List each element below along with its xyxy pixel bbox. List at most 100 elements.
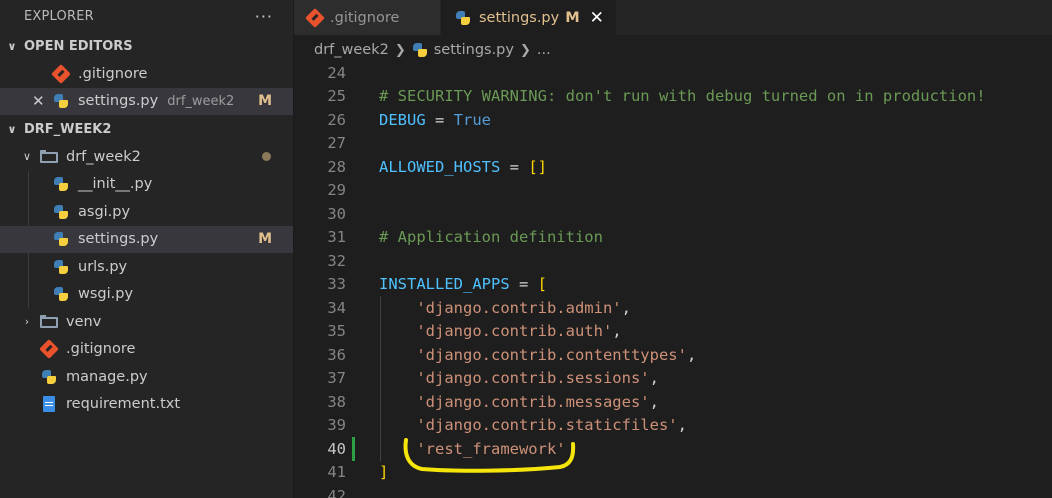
chevron-down-icon: ∨ bbox=[7, 39, 17, 53]
git-icon bbox=[39, 339, 59, 360]
code-line[interactable]: 42 bbox=[294, 484, 1052, 498]
tree-item-init[interactable]: __init__.py bbox=[0, 171, 293, 199]
line-number: 36 bbox=[327, 345, 346, 364]
code-token: # Application definition bbox=[379, 228, 603, 247]
code-token: INSTALLED_APPS bbox=[379, 275, 510, 294]
code-token: 'django.contrib.admin' bbox=[416, 298, 622, 317]
code-line[interactable]: 27 bbox=[294, 132, 1052, 156]
line-code: ALLOWED_HOSTS = [] bbox=[379, 158, 547, 176]
tree-item-settings[interactable]: settings.py M bbox=[0, 225, 293, 253]
code-token: , bbox=[686, 345, 697, 364]
open-editors-section[interactable]: ∨ OPEN EDITORS bbox=[0, 32, 293, 60]
code-line[interactable]: 24 bbox=[294, 62, 1052, 85]
chevron-right-icon: › bbox=[24, 315, 30, 329]
code-line[interactable]: 31 # Application definition bbox=[294, 226, 1052, 250]
code-line[interactable]: 34 'django.contrib.admin', bbox=[294, 296, 1052, 320]
code-token: [ bbox=[537, 275, 547, 294]
line-code: ] bbox=[379, 463, 388, 481]
code-line[interactable]: 35 'django.contrib.auth', bbox=[294, 320, 1052, 344]
code-line[interactable]: 29 bbox=[294, 179, 1052, 203]
tree-item-wsgi[interactable]: wsgi.py bbox=[0, 281, 293, 309]
code-token: 'django.contrib.contenttypes' bbox=[416, 345, 687, 364]
code-line[interactable]: 26 DEBUG = True bbox=[294, 108, 1052, 132]
explorer-title: EXPLORER bbox=[24, 8, 94, 24]
line-number: 27 bbox=[327, 134, 346, 153]
line-number: 29 bbox=[327, 181, 346, 200]
close-icon[interactable]: ✕ bbox=[590, 8, 604, 28]
line-code: 'django.contrib.staticfiles', bbox=[379, 416, 687, 434]
explorer-sidebar: EXPLORER ··· ∨ OPEN EDITORS .gitignore ✕… bbox=[0, 0, 294, 498]
python-icon bbox=[52, 285, 70, 303]
workspace-section[interactable]: ∨ DRF_WEEK2 bbox=[0, 115, 293, 143]
tree-folder-drf-week2[interactable]: ∨ drf_week2 bbox=[0, 143, 293, 171]
code-token: , bbox=[612, 322, 622, 341]
code-token: 'django.contrib.auth' bbox=[416, 322, 613, 341]
line-code: 'django.contrib.auth', bbox=[379, 322, 622, 341]
open-editor-item-gitignore[interactable]: .gitignore bbox=[0, 60, 293, 88]
line-number: 38 bbox=[327, 392, 346, 411]
breadcrumb-symbol[interactable]: ... bbox=[537, 42, 551, 58]
open-editor-folder-description: drf_week2 bbox=[167, 93, 235, 109]
line-number: 30 bbox=[327, 204, 346, 223]
tab-settings[interactable]: settings.py M ✕ bbox=[441, 0, 617, 35]
line-code: DEBUG = True bbox=[379, 111, 491, 129]
code-line[interactable]: 38 'django.contrib.messages', bbox=[294, 390, 1052, 414]
python-icon bbox=[455, 10, 471, 26]
text-file-icon bbox=[40, 395, 58, 413]
line-number: 26 bbox=[327, 110, 346, 129]
close-icon[interactable]: ✕ bbox=[32, 92, 45, 110]
python-icon bbox=[412, 42, 428, 58]
line-number: 35 bbox=[327, 322, 346, 341]
python-icon bbox=[52, 203, 70, 221]
git-icon bbox=[305, 7, 325, 28]
line-number: 33 bbox=[327, 275, 346, 294]
code-token: ] bbox=[379, 463, 389, 482]
line-number: 39 bbox=[327, 416, 346, 435]
code-line[interactable]: 28 ALLOWED_HOSTS = [] bbox=[294, 155, 1052, 179]
code-token: = bbox=[500, 157, 529, 176]
chevron-down-icon: ∨ bbox=[22, 150, 32, 164]
code-token: , bbox=[621, 298, 631, 317]
code-line[interactable]: 37 'django.contrib.sessions', bbox=[294, 367, 1052, 391]
line-number: 42 bbox=[327, 486, 346, 498]
tree-item-label: urls.py bbox=[78, 258, 128, 275]
code-line[interactable]: 36 'django.contrib.contenttypes', bbox=[294, 343, 1052, 367]
tree-item-label: settings.py bbox=[78, 231, 159, 248]
modified-badge: M bbox=[258, 231, 272, 248]
tree-item-label: manage.py bbox=[66, 368, 148, 385]
open-editor-label: .gitignore bbox=[78, 65, 148, 82]
python-icon bbox=[52, 258, 70, 276]
code-line[interactable]: 25 # SECURITY WARNING: don't run with deb… bbox=[294, 85, 1052, 109]
modified-line-gutter-marker bbox=[352, 437, 355, 461]
code-line[interactable]: 30 bbox=[294, 202, 1052, 226]
line-code: 'django.contrib.admin', bbox=[379, 299, 631, 317]
code-token: True bbox=[453, 110, 491, 129]
breadcrumb-folder[interactable]: drf_week2 bbox=[314, 42, 389, 58]
line-number: 31 bbox=[327, 228, 346, 247]
editor-tab-bar: .gitignore settings.py M ✕ bbox=[294, 0, 1052, 35]
code-token: , bbox=[677, 416, 687, 435]
tree-item-urls[interactable]: urls.py bbox=[0, 253, 293, 281]
code-token: [] bbox=[528, 157, 547, 176]
tree-item-asgi[interactable]: asgi.py bbox=[0, 198, 293, 226]
code-line[interactable]: 39 'django.contrib.staticfiles', bbox=[294, 414, 1052, 438]
tree-item-manage[interactable]: manage.py bbox=[0, 363, 293, 391]
tree-item-requirement[interactable]: requirement.txt bbox=[0, 391, 293, 419]
more-actions-icon[interactable]: ··· bbox=[255, 7, 273, 26]
code-line[interactable]: 33 INSTALLED_APPS = [ bbox=[294, 273, 1052, 297]
tab-gitignore[interactable]: .gitignore bbox=[294, 0, 441, 35]
breadcrumb-file[interactable]: settings.py bbox=[434, 42, 514, 58]
code-line[interactable]: 32 bbox=[294, 249, 1052, 273]
tree-item-gitignore[interactable]: .gitignore bbox=[0, 336, 293, 364]
code-token: 'django.contrib.messages' bbox=[416, 392, 650, 411]
open-editor-item-settings[interactable]: ✕ settings.py drf_week2 M bbox=[0, 87, 293, 115]
line-number: 32 bbox=[327, 251, 346, 270]
tree-folder-venv[interactable]: › venv bbox=[0, 308, 293, 336]
code-editor[interactable]: 24 25 # SECURITY WARNING: don't run with d… bbox=[294, 62, 1052, 498]
modified-badge: M bbox=[565, 9, 580, 26]
tab-label: .gitignore bbox=[330, 9, 400, 26]
tree-item-label: venv bbox=[66, 313, 102, 330]
